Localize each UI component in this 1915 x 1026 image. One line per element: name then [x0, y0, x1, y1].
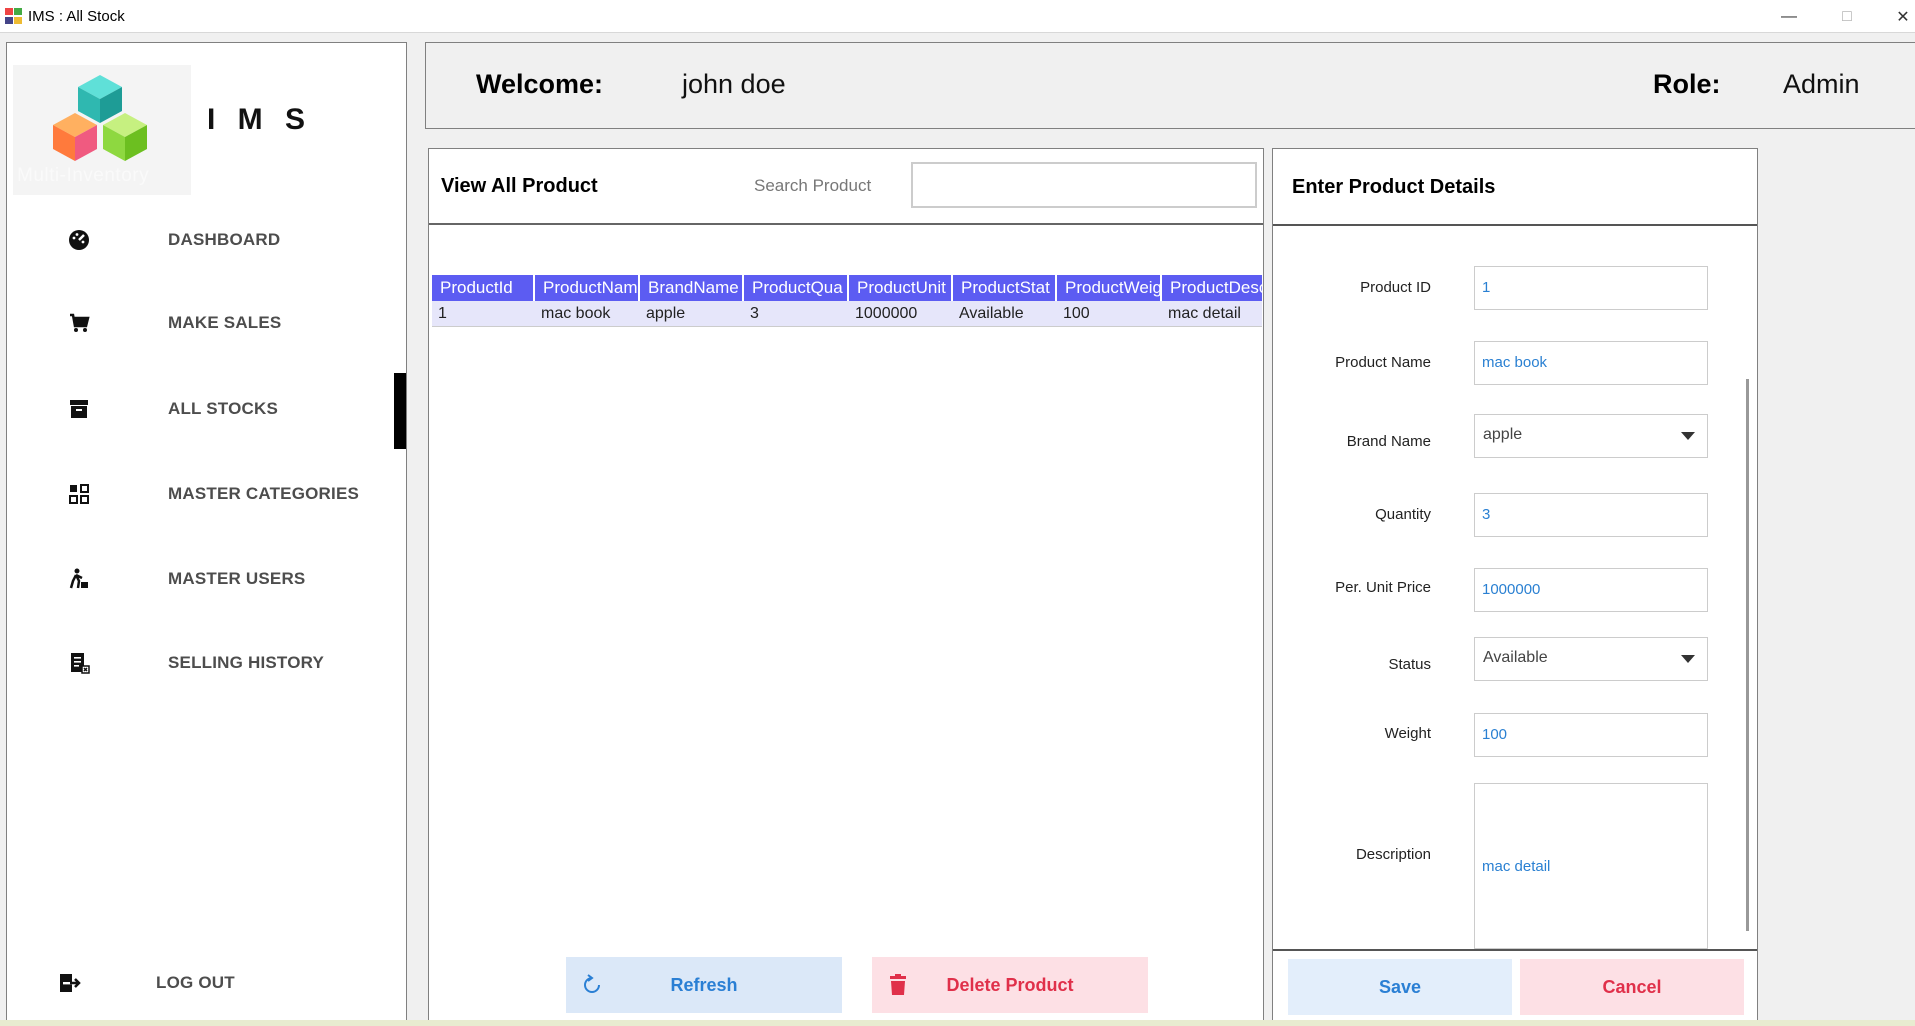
products-panel: View All Product Search Product ProductI…: [428, 148, 1264, 1026]
brand-name-label: Brand Name: [1346, 433, 1431, 450]
refresh-button[interactable]: Refresh: [566, 957, 842, 1013]
column-header[interactable]: ProductStat: [953, 275, 1057, 301]
details-panel-header: Enter Product Details: [1273, 149, 1757, 226]
product-details-panel: Enter Product Details Product ID 1 Produ…: [1272, 148, 1758, 1026]
user-name: john doe: [682, 69, 786, 99]
description-label: Description: [1355, 846, 1431, 863]
status-select[interactable]: Available: [1474, 637, 1708, 681]
products-panel-header: View All Product Search Product: [429, 149, 1263, 225]
nav-all-stocks[interactable]: ALL STOCKS: [7, 379, 406, 439]
product-name-label: Product Name: [1335, 354, 1431, 371]
table-cell[interactable]: 1000000: [849, 301, 953, 326]
logo-cubes-icon: [53, 75, 147, 161]
search-input[interactable]: [911, 162, 1257, 208]
status-label: Status: [1388, 656, 1431, 673]
dashboard-icon: [69, 230, 89, 250]
history-icon: [71, 653, 90, 674]
nav-all-stocks-label: ALL STOCKS: [168, 399, 278, 418]
save-button[interactable]: Save: [1288, 959, 1512, 1015]
cart-icon: [70, 313, 90, 332]
save-label: Save: [1378, 976, 1422, 997]
nav-dashboard[interactable]: DASHBOARD: [7, 210, 406, 270]
archive-icon: [70, 400, 88, 418]
table-cell[interactable]: 3: [744, 301, 849, 326]
nav-make-sales-label: MAKE SALES: [168, 313, 282, 332]
close-button[interactable]: ✕: [1880, 0, 1915, 33]
weight-label: Weight: [1384, 725, 1431, 742]
active-nav-indicator: [394, 373, 406, 449]
table-cell[interactable]: 1: [432, 301, 535, 326]
nav-selling-history[interactable]: SELLING HISTORY: [7, 633, 406, 693]
column-header[interactable]: ProductWeig: [1057, 275, 1162, 301]
table-cell[interactable]: apple: [640, 301, 744, 326]
weight-field[interactable]: 100: [1474, 713, 1708, 757]
nav-make-sales[interactable]: MAKE SALES: [7, 293, 406, 353]
brand-name-value: apple: [1483, 426, 1523, 443]
column-header[interactable]: ProductUnit: [849, 275, 953, 301]
sidebar: Multi-Inventory I M S DASHBOARD MAKE SAL…: [6, 42, 407, 1026]
chevron-down-icon: [1681, 432, 1695, 440]
maximize-button[interactable]: □: [1824, 0, 1870, 33]
brand-name-select[interactable]: apple: [1474, 414, 1708, 458]
delete-product-label: Delete Product: [946, 974, 1074, 995]
logo-text: Multi-Inventory: [17, 165, 150, 186]
details-footer-divider: [1273, 949, 1757, 951]
search-label: Search Product: [754, 176, 872, 195]
nav-dashboard-label: DASHBOARD: [168, 230, 281, 249]
cancel-label: Cancel: [1602, 976, 1662, 997]
form-scrollbar[interactable]: [1746, 379, 1749, 931]
unit-price-label: Per. Unit Price: [1335, 579, 1431, 596]
window-title: IMS : All Stock: [28, 8, 125, 25]
window-titlebar: IMS : All Stock — □ ✕: [0, 0, 1915, 33]
table-row[interactable]: 1 mac book apple 3 1000000 Available 100…: [432, 301, 1262, 327]
table-cell[interactable]: mac book: [535, 301, 640, 326]
users-icon: [69, 568, 88, 589]
nav-selling-history-label: SELLING HISTORY: [168, 653, 325, 672]
nav-master-categories-label: MASTER CATEGORIES: [168, 484, 360, 503]
table-cell[interactable]: mac detail: [1162, 301, 1262, 326]
delete-product-button[interactable]: Delete Product: [872, 957, 1148, 1013]
column-header[interactable]: BrandName: [640, 275, 744, 301]
welcome-label: Welcome:: [476, 69, 604, 99]
nav-master-users[interactable]: MASTER USERS: [7, 549, 406, 609]
column-header[interactable]: ProductDesc: [1162, 275, 1262, 301]
chevron-down-icon: [1681, 655, 1695, 663]
grid-header-row: ProductId ProductNam BrandName ProductQu…: [432, 275, 1262, 301]
products-panel-title: View All Product: [441, 175, 598, 197]
nav-master-categories[interactable]: MASTER CATEGORIES: [7, 464, 406, 524]
nav-master-users-label: MASTER USERS: [168, 569, 306, 588]
product-id-field[interactable]: 1: [1474, 266, 1708, 310]
minimize-button[interactable]: —: [1766, 0, 1812, 33]
product-name-field[interactable]: mac book: [1474, 341, 1708, 385]
column-header[interactable]: ProductQua: [744, 275, 849, 301]
quantity-field[interactable]: 3: [1474, 493, 1708, 537]
logout-icon: [60, 974, 81, 992]
description-field[interactable]: mac detail: [1474, 783, 1708, 949]
header-bar: Welcome: john doe Role: Admin: [425, 42, 1915, 129]
refresh-label: Refresh: [670, 974, 738, 995]
categories-icon: [69, 484, 89, 504]
details-panel-title: Enter Product Details: [1292, 176, 1496, 198]
cancel-button[interactable]: Cancel: [1520, 959, 1744, 1015]
column-header[interactable]: ProductId: [432, 275, 535, 301]
app-brand: I M S: [207, 103, 313, 136]
logo: Multi-Inventory: [13, 65, 191, 195]
column-header[interactable]: ProductNam: [535, 275, 640, 301]
quantity-label: Quantity: [1375, 506, 1431, 523]
role-label: Role:: [1653, 69, 1721, 99]
logout-label: LOG OUT: [156, 973, 235, 992]
product-id-label: Product ID: [1360, 279, 1431, 296]
table-cell[interactable]: 100: [1057, 301, 1162, 326]
status-value: Available: [1483, 649, 1548, 666]
products-grid[interactable]: ProductId ProductNam BrandName ProductQu…: [432, 275, 1262, 327]
taskbar-edge: [0, 1020, 1915, 1026]
unit-price-field[interactable]: 1000000: [1474, 568, 1708, 612]
role-value: Admin: [1783, 69, 1860, 99]
logout-button[interactable]: LOG OUT: [7, 953, 406, 1013]
table-cell[interactable]: Available: [953, 301, 1057, 326]
app-icon: [5, 8, 22, 24]
